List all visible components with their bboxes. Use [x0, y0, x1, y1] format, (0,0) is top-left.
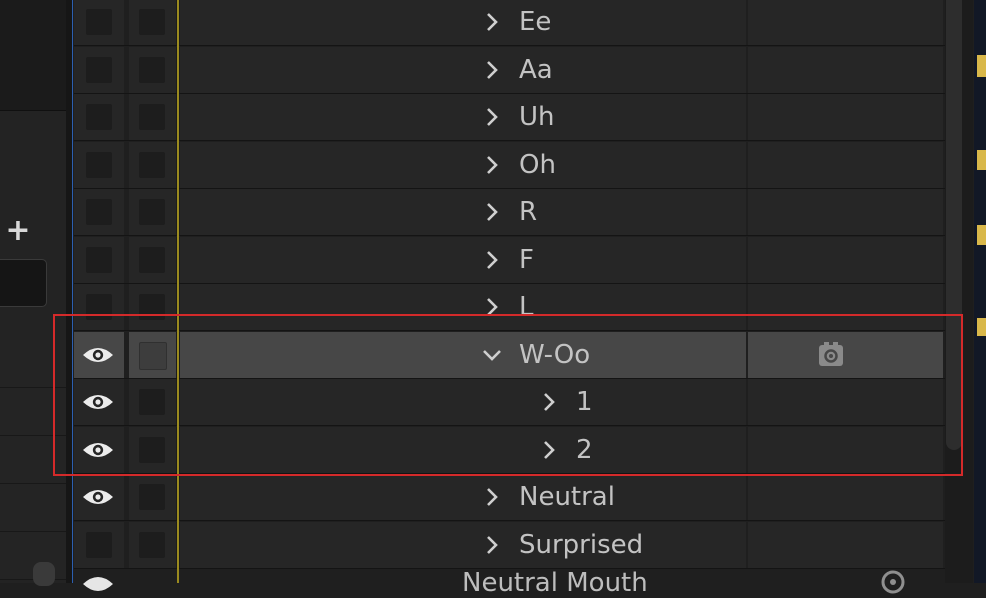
lock-toggle[interactable] [129, 46, 176, 93]
lock-box[interactable] [139, 484, 165, 510]
eye-icon[interactable] [82, 487, 114, 507]
visibility-toggle[interactable] [74, 521, 124, 568]
chevron-right-icon[interactable] [485, 60, 499, 80]
add-icon[interactable]: + [4, 216, 32, 248]
left-panel-field[interactable] [0, 259, 47, 307]
layer-row-uh[interactable]: Uh [74, 94, 945, 141]
visibility-toggle[interactable] [74, 94, 124, 140]
layer-label: Uh [519, 102, 555, 132]
layer-label: Oh [519, 149, 556, 180]
layer-row-ee[interactable]: Ee [74, 0, 945, 46]
layer-row-oh[interactable]: Oh [74, 141, 945, 189]
focus-indicator [72, 0, 73, 583]
left-panel: + [0, 0, 66, 586]
layer-name-cell[interactable]: F [180, 236, 746, 283]
layer-name-cell[interactable]: Uh [180, 94, 746, 140]
lock-toggle[interactable] [129, 236, 176, 283]
layer-extra-cell[interactable] [748, 141, 943, 188]
chevron-right-icon[interactable] [485, 535, 499, 555]
highlight-box [53, 314, 963, 476]
visibility-off-box[interactable] [86, 199, 112, 225]
crosshair-icon[interactable] [878, 567, 908, 597]
layer-name-cell[interactable]: Surprised [180, 521, 746, 568]
lock-box[interactable] [139, 104, 165, 130]
visibility-off-box[interactable] [86, 56, 112, 83]
lock-toggle[interactable] [129, 0, 176, 45]
chevron-right-icon[interactable] [485, 12, 499, 32]
layer-extra-cell[interactable] [748, 46, 943, 93]
layer-extra-cell[interactable] [748, 521, 943, 568]
lock-box[interactable] [139, 56, 165, 83]
left-panel-scrollbar[interactable] [33, 562, 55, 586]
chevron-right-icon[interactable] [485, 487, 499, 507]
layer-name-cell[interactable]: Neutral [180, 474, 746, 520]
eye-icon[interactable] [82, 574, 114, 594]
chevron-right-icon[interactable] [485, 107, 499, 127]
layer-extra-cell[interactable] [748, 94, 943, 140]
layer-name-cell[interactable]: Ee [180, 0, 746, 45]
layer-row-surprised[interactable]: Surprised [74, 521, 945, 569]
layer-extra-cell[interactable] [748, 0, 943, 45]
layer-label: Neutral [519, 482, 615, 512]
left-panel-row [0, 484, 66, 532]
lock-box[interactable] [139, 151, 165, 178]
layer-row-r[interactable]: R [74, 189, 945, 236]
layer-row-neutral[interactable]: Neutral [74, 474, 945, 521]
lock-toggle[interactable] [129, 521, 176, 568]
layer-row-f[interactable]: F [74, 236, 945, 284]
layer-extra-cell[interactable] [748, 236, 943, 283]
visibility-toggle[interactable] [74, 474, 124, 520]
layer-name-cell[interactable]: Oh [180, 141, 746, 188]
lock-toggle[interactable] [129, 189, 176, 235]
chevron-right-icon[interactable] [485, 250, 499, 270]
visibility-toggle[interactable] [74, 46, 124, 93]
timeline-marker [177, 0, 179, 583]
visibility-toggle[interactable] [74, 141, 124, 188]
layer-extra-cell[interactable] [748, 474, 943, 520]
lock-toggle[interactable] [129, 474, 176, 520]
adjacent-panel-edge [974, 0, 986, 583]
layer-label: Ee [519, 7, 552, 37]
lock-box[interactable] [139, 9, 165, 35]
lock-box[interactable] [139, 246, 165, 273]
visibility-toggle[interactable] [74, 0, 124, 45]
visibility-off-box[interactable] [86, 531, 112, 558]
visibility-off-box[interactable] [86, 104, 112, 130]
layer-label: Surprised [519, 529, 644, 560]
layer-label: R [519, 197, 538, 227]
chevron-right-icon[interactable] [485, 155, 499, 175]
layer-name-cell[interactable]: R [180, 189, 746, 235]
lock-box[interactable] [139, 531, 165, 558]
lock-box[interactable] [139, 199, 165, 225]
lock-toggle[interactable] [129, 141, 176, 188]
layer-label: F [519, 244, 534, 275]
visibility-off-box[interactable] [86, 151, 112, 178]
visibility-off-box[interactable] [86, 246, 112, 273]
layer-label: Aa [519, 54, 553, 85]
layer-label-partial: Neutral Mouth [462, 568, 648, 598]
layer-extra-cell[interactable] [748, 189, 943, 235]
visibility-toggle[interactable] [74, 236, 124, 283]
lock-toggle[interactable] [129, 94, 176, 140]
layer-name-cell[interactable]: Aa [180, 46, 746, 93]
visibility-toggle[interactable] [74, 189, 124, 235]
chevron-right-icon[interactable] [485, 202, 499, 222]
left-panel-header [0, 0, 66, 111]
layer-row-aa[interactable]: Aa [74, 46, 945, 94]
visibility-off-box[interactable] [86, 9, 112, 35]
